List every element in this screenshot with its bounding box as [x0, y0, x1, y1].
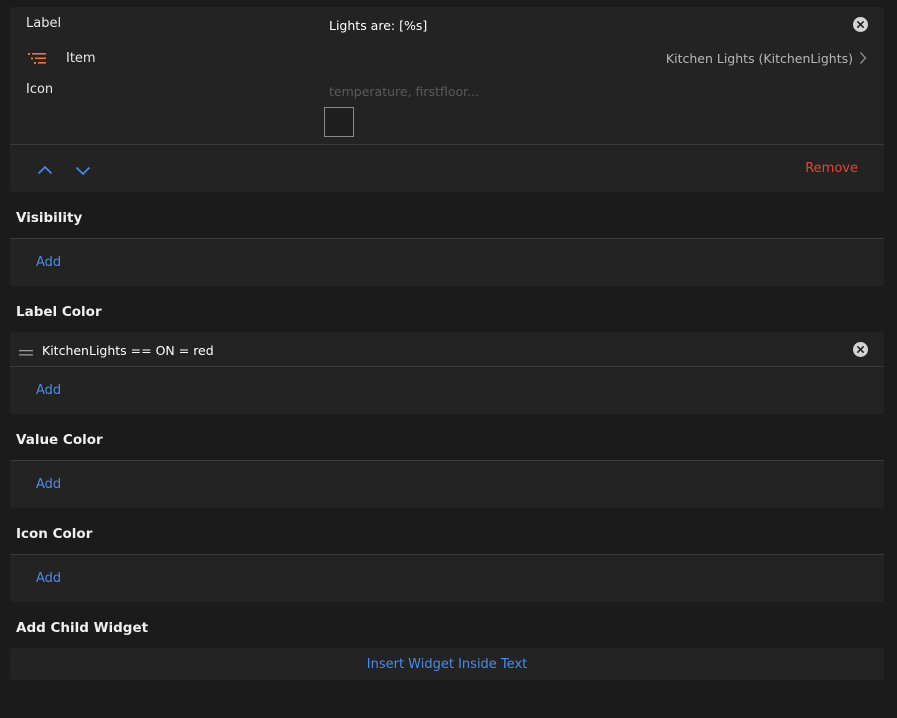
card-divider [10, 144, 884, 145]
clear-label-icon[interactable] [853, 17, 868, 32]
icon-field-title: Icon [26, 82, 54, 97]
visibility-title: Visibility [16, 210, 83, 226]
item-value[interactable]: Kitchen Lights (KitchenLights) [666, 51, 853, 66]
rule-divider [10, 366, 884, 367]
icon-input[interactable]: temperature, firstfloor... [329, 84, 479, 99]
label-input[interactable]: Lights are: [%s] [329, 18, 427, 33]
visibility-card: Add [10, 238, 884, 286]
visibility-add-button[interactable]: Add [36, 255, 61, 270]
label-field-title: Label [26, 16, 62, 31]
child-widget-title: Add Child Widget [16, 620, 149, 636]
value-color-card: Add [10, 460, 884, 508]
chevron-up-icon[interactable] [37, 164, 53, 179]
insert-widget-button[interactable]: Insert Widget Inside Text [367, 657, 527, 672]
icon-color-add-button[interactable]: Add [36, 571, 61, 586]
section-divider [10, 554, 884, 555]
section-divider [10, 238, 884, 239]
label-color-add-button[interactable]: Add [36, 383, 61, 398]
list-icon [28, 52, 48, 70]
remove-button[interactable]: Remove [805, 161, 858, 176]
child-widget-card: Insert Widget Inside Text [10, 648, 884, 680]
value-color-title: Value Color [16, 432, 103, 448]
section-divider [10, 460, 884, 461]
item-field-title: Item [66, 51, 96, 66]
label-color-card: KitchenLights == ON = red Add [10, 332, 884, 414]
clear-rule-icon[interactable] [853, 342, 868, 357]
icon-preview [324, 107, 354, 137]
label-color-title: Label Color [16, 304, 102, 320]
widget-properties-card: Label Lights are: [%s] Item Kitchen Ligh… [10, 7, 884, 192]
drag-handle-icon[interactable] [19, 345, 33, 360]
icon-color-card: Add [10, 554, 884, 602]
label-color-rule[interactable]: KitchenLights == ON = red [42, 343, 214, 358]
icon-color-title: Icon Color [16, 526, 93, 542]
chevron-down-icon[interactable] [75, 165, 91, 180]
chevron-right-icon[interactable] [859, 51, 867, 69]
value-color-add-button[interactable]: Add [36, 477, 61, 492]
